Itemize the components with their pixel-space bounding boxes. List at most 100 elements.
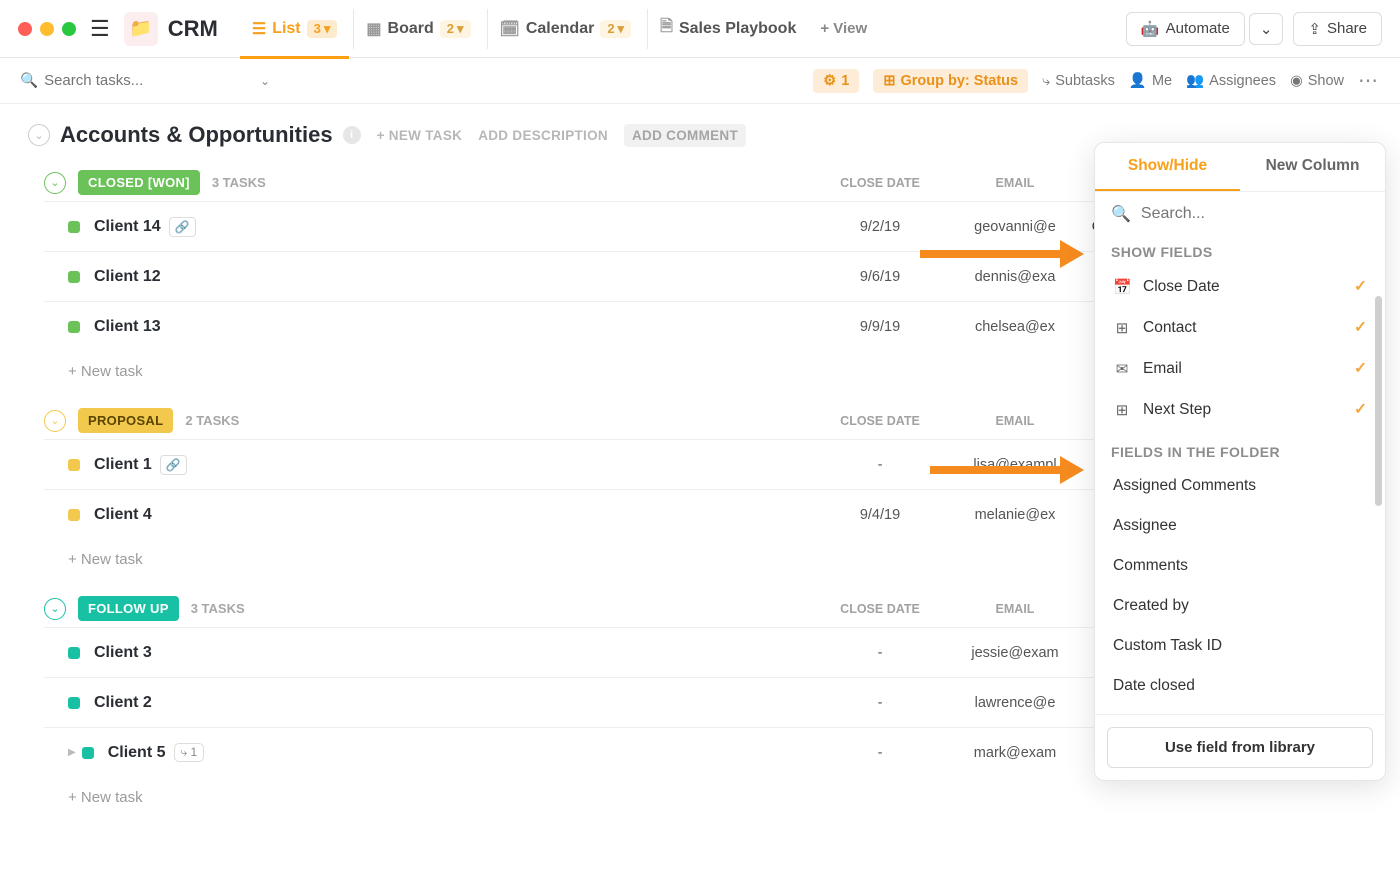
col-email: EMAIL [950, 176, 1080, 190]
search-box[interactable]: 🔍 ⌄ [20, 72, 270, 89]
info-icon[interactable]: i [343, 126, 361, 144]
section-show-fields: SHOW FIELDS [1095, 236, 1385, 266]
panel-search-input[interactable] [1141, 205, 1369, 223]
list-title: Accounts & Opportunities [60, 122, 333, 148]
show-menu[interactable]: ◉Show [1290, 73, 1344, 89]
cell-email: dennis@exa [950, 269, 1080, 285]
search-input[interactable] [44, 72, 254, 89]
automate-button[interactable]: 🤖 Automate [1126, 12, 1245, 46]
folder-field-item[interactable]: Custom Task ID [1095, 626, 1385, 666]
filter-count-pill[interactable]: ⚙1 [813, 69, 859, 93]
status-square[interactable] [68, 647, 80, 659]
doc-icon: 🗎 [660, 15, 673, 42]
more-icon[interactable]: ⋯ [1358, 68, 1380, 93]
cell-date: - [810, 745, 950, 761]
status-pill[interactable]: FOLLOW UP [78, 596, 179, 621]
view-tab-calendar[interactable]: 🗓 Calendar 2 ▾ [487, 9, 644, 49]
filter-icon: ⚙ [823, 73, 836, 89]
status-square[interactable] [68, 271, 80, 283]
panel-tab-newcolumn[interactable]: New Column [1240, 143, 1385, 191]
automate-label: Automate [1166, 20, 1230, 37]
maximize-dot[interactable] [62, 22, 76, 36]
status-square[interactable] [68, 321, 80, 333]
show-field-item[interactable]: ⊞Contact✓ [1095, 307, 1385, 348]
status-square[interactable] [82, 747, 94, 759]
view-tab-board[interactable]: ▦ Board 2 ▾ [353, 9, 482, 49]
group-by-label: Group by: Status [900, 73, 1018, 89]
view-tab-list-label: List [272, 20, 300, 38]
add-view-button[interactable]: + View [820, 20, 867, 37]
view-tab-playbook-label: Sales Playbook [679, 20, 796, 38]
group-by-pill[interactable]: ⊞Group by: Status [873, 69, 1028, 93]
folder-field-item[interactable]: Assignee [1095, 506, 1385, 546]
me-filter[interactable]: 👤Me [1129, 72, 1172, 89]
check-icon: ✓ [1354, 400, 1367, 419]
col-close-date: CLOSE DATE [810, 414, 950, 428]
col-close-date: CLOSE DATE [810, 602, 950, 616]
status-square[interactable] [68, 459, 80, 471]
chevron-down-icon[interactable]: ⌄ [260, 74, 270, 88]
field-label: Email [1143, 360, 1182, 378]
cell-date: - [810, 695, 950, 711]
workspace-title: CRM [168, 16, 218, 42]
show-field-item[interactable]: 📅Close Date✓ [1095, 266, 1385, 307]
close-dot[interactable] [18, 22, 32, 36]
expand-icon[interactable]: ▶ [68, 747, 76, 758]
cell-email: melanie@ex [950, 507, 1080, 523]
subtasks-toggle[interactable]: ⤷Subtasks [1042, 73, 1115, 89]
add-comment-button[interactable]: ADD COMMENT [624, 124, 746, 147]
share-button[interactable]: ⇪ Share [1293, 12, 1382, 46]
show-field-item[interactable]: ⊞ Next Step ✓ [1095, 389, 1385, 430]
group-collapse-button[interactable]: ⌄ [44, 172, 66, 194]
panel-search[interactable]: 🔍 [1095, 192, 1385, 236]
status-square[interactable] [68, 697, 80, 709]
new-task-row[interactable]: + New task [44, 777, 1380, 806]
board-count: 2 [447, 21, 454, 36]
annotation-arrow-1 [920, 244, 1084, 264]
use-field-library-button[interactable]: Use field from library [1107, 727, 1373, 768]
subtask-count-chip[interactable]: ⤷ 1 [174, 743, 205, 762]
col-close-date: CLOSE DATE [810, 176, 950, 190]
cell-date: 9/6/19 [810, 269, 950, 285]
folder-badge[interactable]: 📁 [124, 12, 158, 46]
cell-date: 9/9/19 [810, 319, 950, 335]
group-collapse-button[interactable]: ⌄ [44, 598, 66, 620]
cell-email: geovanni@e [950, 219, 1080, 235]
minimize-dot[interactable] [40, 22, 54, 36]
view-tab-playbook[interactable]: 🗎 Sales Playbook [647, 9, 808, 49]
status-pill[interactable]: PROPOSAL [78, 408, 173, 433]
share-label: Share [1327, 20, 1367, 37]
add-description-button[interactable]: ADD DESCRIPTION [478, 128, 608, 143]
collapse-all-button[interactable]: ⌄ [28, 124, 50, 146]
task-name: Client 12 [94, 268, 161, 286]
task-name: Client 5 [108, 744, 166, 762]
assignees-filter[interactable]: 👥Assignees [1186, 72, 1276, 89]
scrollbar-thumb[interactable] [1375, 296, 1382, 506]
status-pill[interactable]: CLOSED [WON] [78, 170, 200, 195]
link-icon[interactable]: 🔗 [169, 217, 196, 237]
calendar-count: 2 [607, 21, 614, 36]
menu-icon[interactable]: ☰ [90, 16, 110, 42]
status-square[interactable] [68, 221, 80, 233]
status-square[interactable] [68, 509, 80, 521]
list-icon: ☰ [252, 19, 266, 39]
task-name: Client 2 [94, 694, 152, 712]
task-name: Client 1 [94, 456, 152, 474]
automate-dropdown[interactable]: ⌄ [1249, 13, 1284, 45]
link-icon[interactable]: 🔗 [160, 455, 187, 475]
field-label: Next Step [1143, 401, 1211, 419]
folder-field-item[interactable]: Assigned Comments [1095, 466, 1385, 506]
calendar-icon: 🗓 [500, 19, 520, 39]
panel-tab-showhide[interactable]: Show/Hide [1095, 143, 1240, 191]
folder-field-item[interactable]: Date closed [1095, 666, 1385, 706]
new-task-button[interactable]: + NEW TASK [377, 128, 463, 143]
folder-field-item[interactable]: Created by [1095, 586, 1385, 626]
group-collapse-button[interactable]: ⌄ [44, 410, 66, 432]
show-field-item[interactable]: ✉Email✓ [1095, 348, 1385, 389]
folder-field-item[interactable]: Comments [1095, 546, 1385, 586]
field-icon: ⊞ [1113, 401, 1131, 419]
fields-panel: Show/Hide New Column 🔍 SHOW FIELDS 📅Clos… [1094, 142, 1386, 781]
task-name: Client 14 [94, 218, 161, 236]
view-tab-calendar-label: Calendar [526, 20, 594, 38]
view-tab-list[interactable]: ☰ List 3 ▾ [240, 9, 350, 49]
